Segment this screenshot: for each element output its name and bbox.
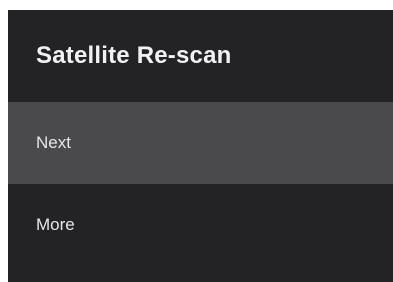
- dialog-panel: Satellite Re-scan Next More: [8, 10, 393, 282]
- dialog-title: Satellite Re-scan: [36, 42, 232, 69]
- menu-item-label: More: [36, 215, 75, 234]
- dialog-header: Satellite Re-scan: [8, 10, 393, 102]
- menu-item-label: Next: [36, 133, 71, 152]
- menu-list: Next More: [8, 102, 393, 282]
- menu-item-more[interactable]: More: [8, 184, 393, 266]
- menu-item-next[interactable]: Next: [8, 102, 393, 184]
